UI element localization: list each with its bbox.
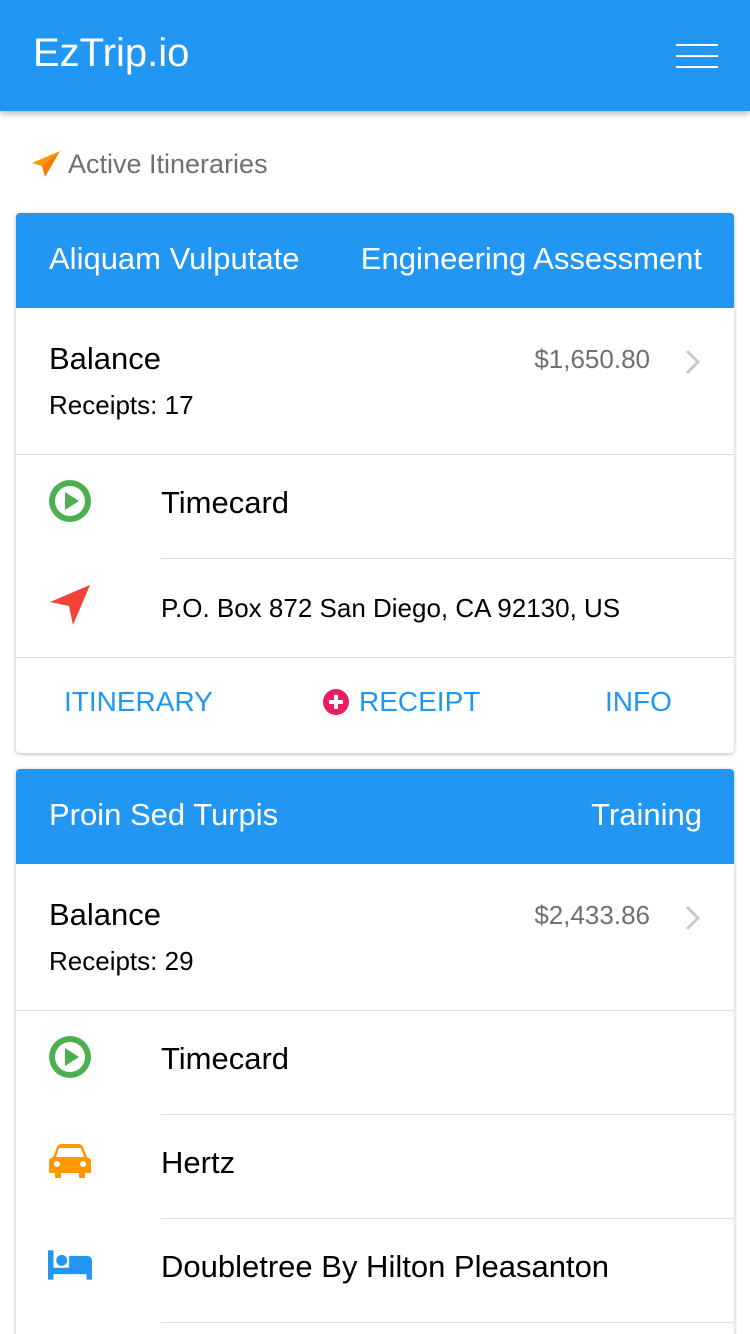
item-label: Timecard	[161, 485, 290, 520]
app-title: EzTrip.io	[33, 31, 190, 75]
bed-icon	[48, 1243, 92, 1287]
itinerary-name: Proin Sed Turpis	[49, 797, 279, 832]
itinerary-name: Aliquam Vulputate	[49, 241, 300, 276]
itinerary-button[interactable]: ITINERARY	[64, 686, 213, 718]
item-label: P.O. Box 872 San Diego, CA 92130, US	[161, 593, 621, 623]
item-label: Timecard	[161, 1041, 290, 1076]
card-actions: ITINERARY RECEIPT INFO	[16, 657, 734, 753]
itinerary-type: Engineering Assessment	[360, 241, 702, 276]
add-receipt-button[interactable]: RECEIPT	[323, 686, 480, 718]
play-circle-icon	[48, 479, 92, 523]
balance-label: Balance	[49, 897, 162, 932]
list-item-timecard[interactable]: Timecard	[16, 1011, 734, 1115]
app-bar: EzTrip.io	[0, 0, 750, 111]
itinerary-card: Aliquam Vulputate Engineering Assessment…	[16, 213, 734, 753]
item-label: Hertz	[161, 1145, 236, 1180]
balance-row[interactable]: Balance Receipts: 29 $2,433.86	[16, 864, 734, 1011]
chevron-right-icon	[685, 905, 701, 931]
plus-circle-icon	[323, 689, 349, 715]
receipt-label: RECEIPT	[359, 686, 481, 717]
section-title: Active Itineraries	[68, 148, 268, 179]
location-arrow-icon	[48, 583, 92, 627]
itinerary-card: Proin Sed Turpis Training Balance Receip…	[16, 769, 734, 1334]
card-header[interactable]: Proin Sed Turpis Training	[16, 769, 734, 864]
car-icon	[48, 1139, 92, 1183]
balance-amount: $1,650.80	[534, 344, 650, 374]
info-button[interactable]: INFO	[605, 686, 672, 718]
list-item-hotel[interactable]: Doubletree By Hilton Pleasanton	[16, 1219, 734, 1323]
play-circle-icon	[48, 1035, 92, 1079]
divider	[161, 1322, 734, 1323]
item-label: Doubletree By Hilton Pleasanton	[161, 1249, 610, 1284]
chevron-right-icon	[685, 349, 701, 375]
hamburger-menu-icon[interactable]	[670, 36, 724, 76]
receipts-count: Receipts: 17	[49, 390, 194, 420]
list-item-timecard[interactable]: Timecard	[16, 455, 734, 559]
card-header[interactable]: Aliquam Vulputate Engineering Assessment	[16, 213, 734, 308]
section-header: Active Itineraries	[30, 146, 268, 182]
paper-plane-icon	[32, 151, 60, 177]
itinerary-type: Training	[591, 797, 702, 832]
balance-amount: $2,433.86	[534, 900, 650, 930]
balance-row[interactable]: Balance Receipts: 17 $1,650.80	[16, 308, 734, 455]
balance-label: Balance	[49, 341, 162, 376]
list-item-location[interactable]: P.O. Box 872 San Diego, CA 92130, US	[16, 559, 734, 663]
list-item-car-rental[interactable]: Hertz	[16, 1115, 734, 1219]
receipts-count: Receipts: 29	[49, 946, 194, 976]
